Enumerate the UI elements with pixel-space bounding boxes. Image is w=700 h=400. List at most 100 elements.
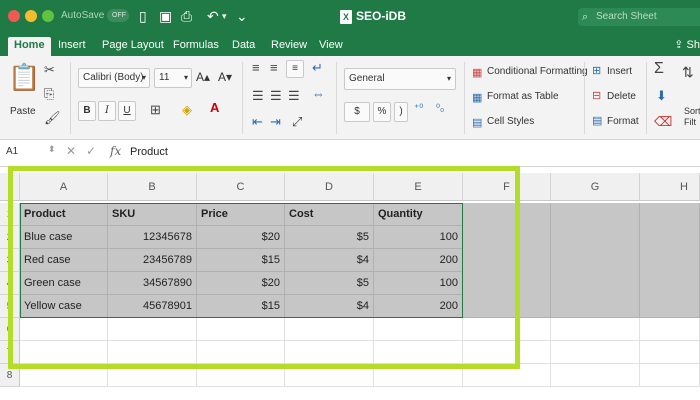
cell-h7[interactable]	[640, 341, 700, 364]
align-bottom-icon[interactable]: ≡	[286, 60, 304, 78]
autosave-toggle[interactable]: OFF	[107, 9, 129, 22]
bold-button[interactable]: B	[78, 101, 96, 121]
zoom-window-button[interactable]	[42, 10, 54, 22]
cell-a2[interactable]: Blue case	[20, 226, 108, 249]
fill-color-icon[interactable]: ◈	[182, 102, 192, 118]
function-icon[interactable]: fx	[110, 144, 121, 158]
tab-page-layout[interactable]: Page Layout	[102, 37, 164, 56]
row-header-1[interactable]: 1	[0, 203, 20, 226]
row-header-7[interactable]: 7	[0, 341, 20, 364]
cell-b6[interactable]	[108, 318, 197, 341]
cell-c3[interactable]: $15	[197, 249, 285, 272]
cell-b4[interactable]: 34567890	[108, 272, 197, 295]
tab-insert[interactable]: Insert	[58, 37, 86, 56]
fill-icon[interactable]: ⬇	[656, 88, 667, 104]
cut-icon[interactable]: ✂	[44, 62, 55, 78]
cell-h8[interactable]	[640, 364, 700, 387]
cell-b2[interactable]: 12345678	[108, 226, 197, 249]
merge-center-icon[interactable]: ⇔	[312, 86, 325, 101]
cell-b5[interactable]: 45678901	[108, 295, 197, 318]
tab-view[interactable]: View	[319, 37, 343, 56]
clear-icon[interactable]: ⌫	[654, 114, 672, 130]
name-box[interactable]: A1	[6, 146, 18, 157]
cell-f8[interactable]	[463, 364, 551, 387]
share-button[interactable]: ⇪ Sh	[674, 37, 700, 54]
cell-d2[interactable]: $5	[285, 226, 374, 249]
increase-indent-icon[interactable]: ⇥	[270, 114, 281, 130]
paste-icon[interactable]: 📋	[8, 62, 40, 93]
save-icon[interactable]: ▣	[159, 7, 172, 25]
cell-e8[interactable]	[374, 364, 463, 387]
format-cells-button[interactable]: Format	[607, 116, 639, 127]
underline-button[interactable]: U	[118, 101, 136, 121]
cell-b7[interactable]	[108, 341, 197, 364]
minimize-window-button[interactable]	[25, 10, 37, 22]
orientation-icon[interactable]: ⤢	[292, 114, 302, 130]
font-name-dropdown[interactable]: Calibri (Body) ▾	[78, 68, 150, 88]
name-box-stepper-icon[interactable]: ⬍	[48, 144, 56, 155]
decrease-decimal-icon[interactable]: ⁰₀	[436, 103, 444, 114]
formula-input[interactable]: Product	[130, 146, 168, 158]
comma-style-button[interactable]: )	[394, 102, 408, 122]
align-middle-icon[interactable]: ≡	[270, 60, 278, 75]
cell-a4[interactable]: Green case	[20, 272, 108, 295]
insert-cells-button[interactable]: Insert	[607, 66, 632, 77]
font-color-icon[interactable]: A	[210, 100, 219, 115]
cell-a7[interactable]	[20, 341, 108, 364]
sidebar-icon[interactable]: ▯	[139, 7, 147, 25]
autosum-icon[interactable]: Σ	[654, 60, 664, 78]
row-header-2[interactable]: 2	[0, 226, 20, 249]
cell-e1[interactable]: Quantity	[374, 203, 463, 226]
format-painter-icon[interactable]: 🖌	[44, 110, 61, 126]
row-header-8[interactable]: 8	[0, 364, 20, 387]
sort-filter-icon[interactable]: ⇅	[682, 64, 694, 81]
align-center-icon[interactable]: ☰	[270, 88, 282, 104]
cell-g8[interactable]	[551, 364, 640, 387]
decrease-indent-icon[interactable]: ⇤	[252, 114, 263, 130]
copy-icon[interactable]: ⎘	[44, 86, 54, 102]
column-header-d[interactable]: D	[285, 173, 374, 201]
cell-e5[interactable]: 200	[374, 295, 463, 318]
cell-a1[interactable]: Product	[20, 203, 108, 226]
undo-dropdown-icon[interactable]: ▾	[222, 7, 227, 25]
cell-e7[interactable]	[374, 341, 463, 364]
cell-c6[interactable]	[197, 318, 285, 341]
cell-g7[interactable]	[551, 341, 640, 364]
format-as-table-button[interactable]: Format as Table	[487, 91, 559, 102]
cell-styles-button[interactable]: Cell Styles	[487, 116, 534, 127]
align-top-icon[interactable]: ≡	[252, 60, 260, 75]
cell-c1[interactable]: Price	[197, 203, 285, 226]
conditional-formatting-button[interactable]: Conditional Formatting	[487, 66, 588, 77]
close-window-button[interactable]	[8, 10, 20, 22]
cell-e6[interactable]	[374, 318, 463, 341]
cell-b1[interactable]: SKU	[108, 203, 197, 226]
cell-a6[interactable]	[20, 318, 108, 341]
number-format-dropdown[interactable]: General ▾	[344, 68, 456, 90]
font-size-dropdown[interactable]: 11 ▾	[154, 68, 192, 88]
increase-decimal-icon[interactable]: ⁺⁰	[414, 103, 423, 114]
row-header-4[interactable]: 4	[0, 272, 20, 295]
undo-icon[interactable]: ↶	[207, 7, 219, 25]
cell-b3[interactable]: 23456789	[108, 249, 197, 272]
cell-c7[interactable]	[197, 341, 285, 364]
cell-f6[interactable]	[463, 318, 551, 341]
cancel-entry-icon[interactable]: ✕	[66, 144, 76, 158]
cell-e3[interactable]: 200	[374, 249, 463, 272]
cell-d4[interactable]: $5	[285, 272, 374, 295]
select-all-corner[interactable]	[0, 173, 20, 201]
tab-home[interactable]: Home	[8, 37, 51, 56]
cell-a5[interactable]: Yellow case	[20, 295, 108, 318]
cell-d8[interactable]	[285, 364, 374, 387]
cell-d6[interactable]	[285, 318, 374, 341]
column-header-c[interactable]: C	[197, 173, 285, 201]
print-icon[interactable]: ⎙	[181, 7, 192, 25]
row-header-5[interactable]: 5	[0, 295, 20, 318]
cell-h6[interactable]	[640, 318, 700, 341]
cell-b8[interactable]	[108, 364, 197, 387]
delete-cells-button[interactable]: Delete	[607, 91, 636, 102]
confirm-entry-icon[interactable]: ✓	[86, 144, 96, 158]
column-header-h[interactable]: H	[640, 173, 700, 201]
cell-d5[interactable]: $4	[285, 295, 374, 318]
tab-data[interactable]: Data	[232, 37, 255, 56]
align-right-icon[interactable]: ☰	[288, 88, 300, 104]
